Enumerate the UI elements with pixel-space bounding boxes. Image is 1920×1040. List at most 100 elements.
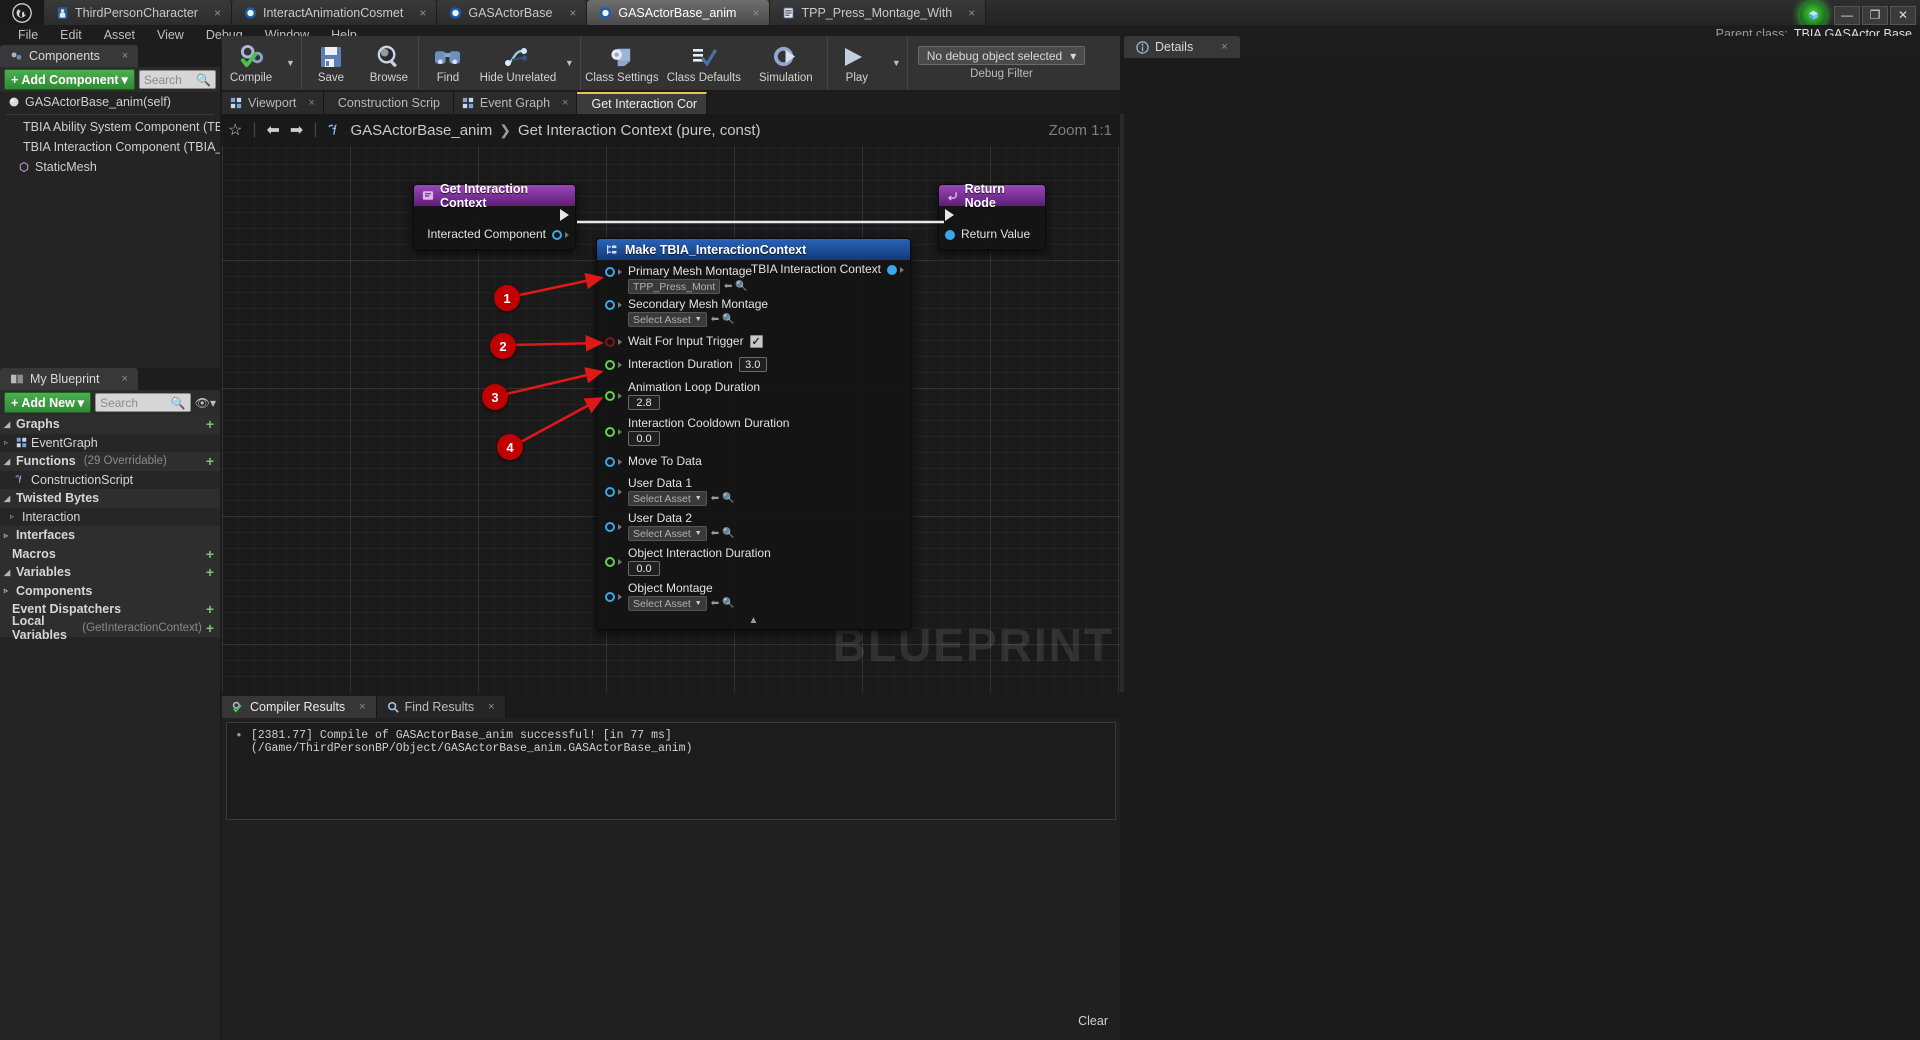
mb-item-interaction[interactable]: ▹ Interaction <box>0 507 220 526</box>
debug-object-select[interactable]: No debug object selected ▾ <box>917 46 1086 65</box>
components-panel-tab[interactable]: Components × <box>0 45 139 67</box>
window-tab-gasactorbase-anim[interactable]: GASActorBase_anim × <box>587 0 771 25</box>
animation-loop-duration-input[interactable]: 2.8 <box>628 395 660 410</box>
window-tab-third-person-character[interactable]: ThirdPersonCharacter × <box>44 0 232 25</box>
float-pin-icon[interactable] <box>605 557 615 567</box>
float-pin-icon[interactable] <box>605 427 615 437</box>
components-panel-close-icon[interactable]: × <box>122 50 128 62</box>
maximize-button[interactable]: ❐ <box>1862 5 1888 25</box>
object-pin-icon[interactable] <box>605 487 615 497</box>
menu-item-file[interactable]: File <box>8 26 48 44</box>
mb-section-twisted-bytes[interactable]: ◢ Twisted Bytes <box>0 489 220 508</box>
use-selected-asset-icon[interactable]: ⬅ <box>711 314 719 325</box>
component-row-staticmesh[interactable]: StaticMesh <box>0 157 220 177</box>
compile-button[interactable]: Compile <box>222 36 280 90</box>
asset-selector[interactable]: Select Asset ▼ <box>628 491 707 506</box>
pin-user-data-1[interactable]: User Data 1 Select Asset ▼ ⬅ 🔍 <box>597 473 910 508</box>
expander-icon[interactable]: ◢ <box>4 457 12 466</box>
component-row-interaction[interactable]: TBIA Interaction Component (TBIA_Intera <box>0 137 220 157</box>
object-pin-icon[interactable] <box>605 300 615 310</box>
add-local-variable-button[interactable]: + <box>206 620 214 636</box>
expander-icon[interactable]: ◢ <box>4 420 12 429</box>
add-graph-button[interactable]: + <box>206 416 214 432</box>
boolean-pin-icon[interactable] <box>605 336 615 347</box>
add-event-dispatcher-button[interactable]: + <box>206 601 214 617</box>
window-tab-tpp-press-montage[interactable]: TPP_Press_Montage_With × <box>770 0 987 25</box>
component-row-ability-system[interactable]: TBIA Ability System Component (TBIA_Ab <box>0 117 220 137</box>
play-options-caret-icon[interactable]: ▼ <box>886 36 907 90</box>
wait-for-input-trigger-checkbox[interactable]: ✓ <box>749 335 763 348</box>
my-blueprint-panel-tab[interactable]: My Blueprint × <box>0 368 138 390</box>
interaction-cooldown-duration-input[interactable]: 0.0 <box>628 431 660 446</box>
node-output-tbia-interaction-context[interactable]: TBIA Interaction Context <box>745 260 910 279</box>
exec-pin-icon[interactable] <box>945 209 954 221</box>
asset-selector[interactable]: Select Asset ▼ <box>628 312 707 327</box>
struct-pin-icon[interactable] <box>605 456 615 467</box>
pin-interaction-cooldown-duration[interactable]: Interaction Cooldown Duration 0.0 <box>597 412 910 448</box>
expander-icon[interactable]: ▹ <box>4 438 12 447</box>
mb-section-interfaces[interactable]: ▹ Interfaces <box>0 526 220 545</box>
minimize-button[interactable]: — <box>1834 5 1860 25</box>
play-button[interactable]: Play <box>828 36 886 90</box>
add-function-button[interactable]: + <box>206 453 214 469</box>
struct-pin-icon[interactable] <box>887 264 897 275</box>
mb-item-eventgraph[interactable]: ▹ EventGraph <box>0 433 220 452</box>
browse-asset-icon[interactable]: 🔍 <box>722 598 734 609</box>
pin-secondary-mesh-montage[interactable]: Secondary Mesh Montage Select Asset ▼ ⬅ … <box>597 296 910 329</box>
details-panel-close-icon[interactable]: × <box>1221 41 1227 53</box>
object-pin-icon[interactable] <box>605 267 615 277</box>
asset-selector[interactable]: Select Asset ▼ <box>628 526 707 541</box>
window-tab-close-icon[interactable]: × <box>958 6 975 20</box>
float-pin-icon[interactable] <box>605 359 615 370</box>
mb-section-functions[interactable]: ◢ Functions (29 Overridable) + <box>0 452 220 471</box>
node-make-tbia-interactioncontext[interactable]: Make TBIA_InteractionContext TBIA Intera… <box>596 238 911 630</box>
find-button[interactable]: Find <box>419 36 477 90</box>
object-interaction-duration-input[interactable]: 0.0 <box>628 561 660 576</box>
favorite-star-icon[interactable]: ☆ <box>228 120 242 140</box>
compiler-results-log[interactable]: • [2381.77] Compile of GASActorBase_anim… <box>226 722 1116 820</box>
tab-compiler-results[interactable]: Compiler Results × <box>222 696 377 718</box>
hide-unrelated-button[interactable]: Hide Unrelated <box>477 36 559 90</box>
add-macro-button[interactable]: + <box>206 546 214 562</box>
node-get-interaction-context[interactable]: Get Interaction Context Interacted Compo… <box>413 182 576 250</box>
pin-animation-loop-duration[interactable]: Animation Loop Duration 2.8 <box>597 376 910 412</box>
expander-icon[interactable]: ◢ <box>4 568 12 577</box>
node-output-interacted-component[interactable]: Interacted Component <box>414 224 575 249</box>
exec-pin-icon[interactable] <box>560 209 569 221</box>
use-selected-asset-icon[interactable]: ⬅ <box>724 281 732 292</box>
window-tab-gasactorbase[interactable]: GASActorBase × <box>437 0 588 25</box>
browse-button[interactable]: Browse <box>360 36 418 90</box>
simulation-button[interactable]: Simulation <box>745 36 827 90</box>
clear-log-button[interactable]: Clear <box>1078 1014 1108 1028</box>
tab-close-icon[interactable]: × <box>359 701 365 713</box>
node-input-return-value[interactable]: Return Value <box>939 224 1045 249</box>
eye-icon[interactable]: 👁▾ <box>195 396 216 410</box>
tab-event-graph[interactable]: Event Graph × <box>453 92 578 114</box>
window-tab-interact-animation-cosmet[interactable]: InteractAnimationCosmet × <box>231 0 438 25</box>
asset-selector[interactable]: TPP_Press_Mont ▼ <box>628 279 720 294</box>
pin-object-montage[interactable]: Object Montage Select Asset ▼ ⬅ 🔍 <box>597 578 910 613</box>
mb-section-graphs[interactable]: ◢ Graphs + <box>0 415 220 434</box>
expander-icon[interactable]: ▹ <box>4 586 12 595</box>
tab-viewport[interactable]: Viewport × <box>222 92 324 114</box>
tab-close-icon[interactable]: × <box>308 97 314 109</box>
mb-section-components[interactable]: ▹ Components <box>0 581 220 600</box>
window-tab-close-icon[interactable]: × <box>559 6 576 20</box>
add-new-button[interactable]: + Add New ▾ <box>4 392 92 413</box>
browse-asset-icon[interactable]: 🔍 <box>735 281 747 292</box>
back-arrow-icon[interactable]: ⬅ <box>267 120 280 140</box>
blueprint-graph-canvas[interactable]: BLUEPRINT ☆ | ⬅ ➡ | GASActorBase_anim ❯ … <box>222 114 1120 692</box>
expander-icon[interactable]: ◢ <box>4 494 12 503</box>
use-selected-asset-icon[interactable]: ⬅ <box>711 528 719 539</box>
component-row-self[interactable]: GASActorBase_anim(self) <box>0 92 220 112</box>
window-tab-close-icon[interactable]: × <box>742 6 759 20</box>
use-selected-asset-icon[interactable]: ⬅ <box>711 598 719 609</box>
mb-section-variables[interactable]: ◢ Variables + <box>0 563 220 582</box>
details-panel-tab[interactable]: Details × <box>1124 36 1240 58</box>
float-pin-icon[interactable] <box>605 391 615 401</box>
browse-asset-icon[interactable]: 🔍 <box>722 314 734 325</box>
class-settings-button[interactable]: Class Settings <box>581 36 663 90</box>
forward-arrow-icon[interactable]: ➡ <box>290 120 303 140</box>
expander-icon[interactable]: ▹ <box>4 531 12 540</box>
my-blueprint-search-input[interactable]: Search 🔍 <box>95 393 191 412</box>
